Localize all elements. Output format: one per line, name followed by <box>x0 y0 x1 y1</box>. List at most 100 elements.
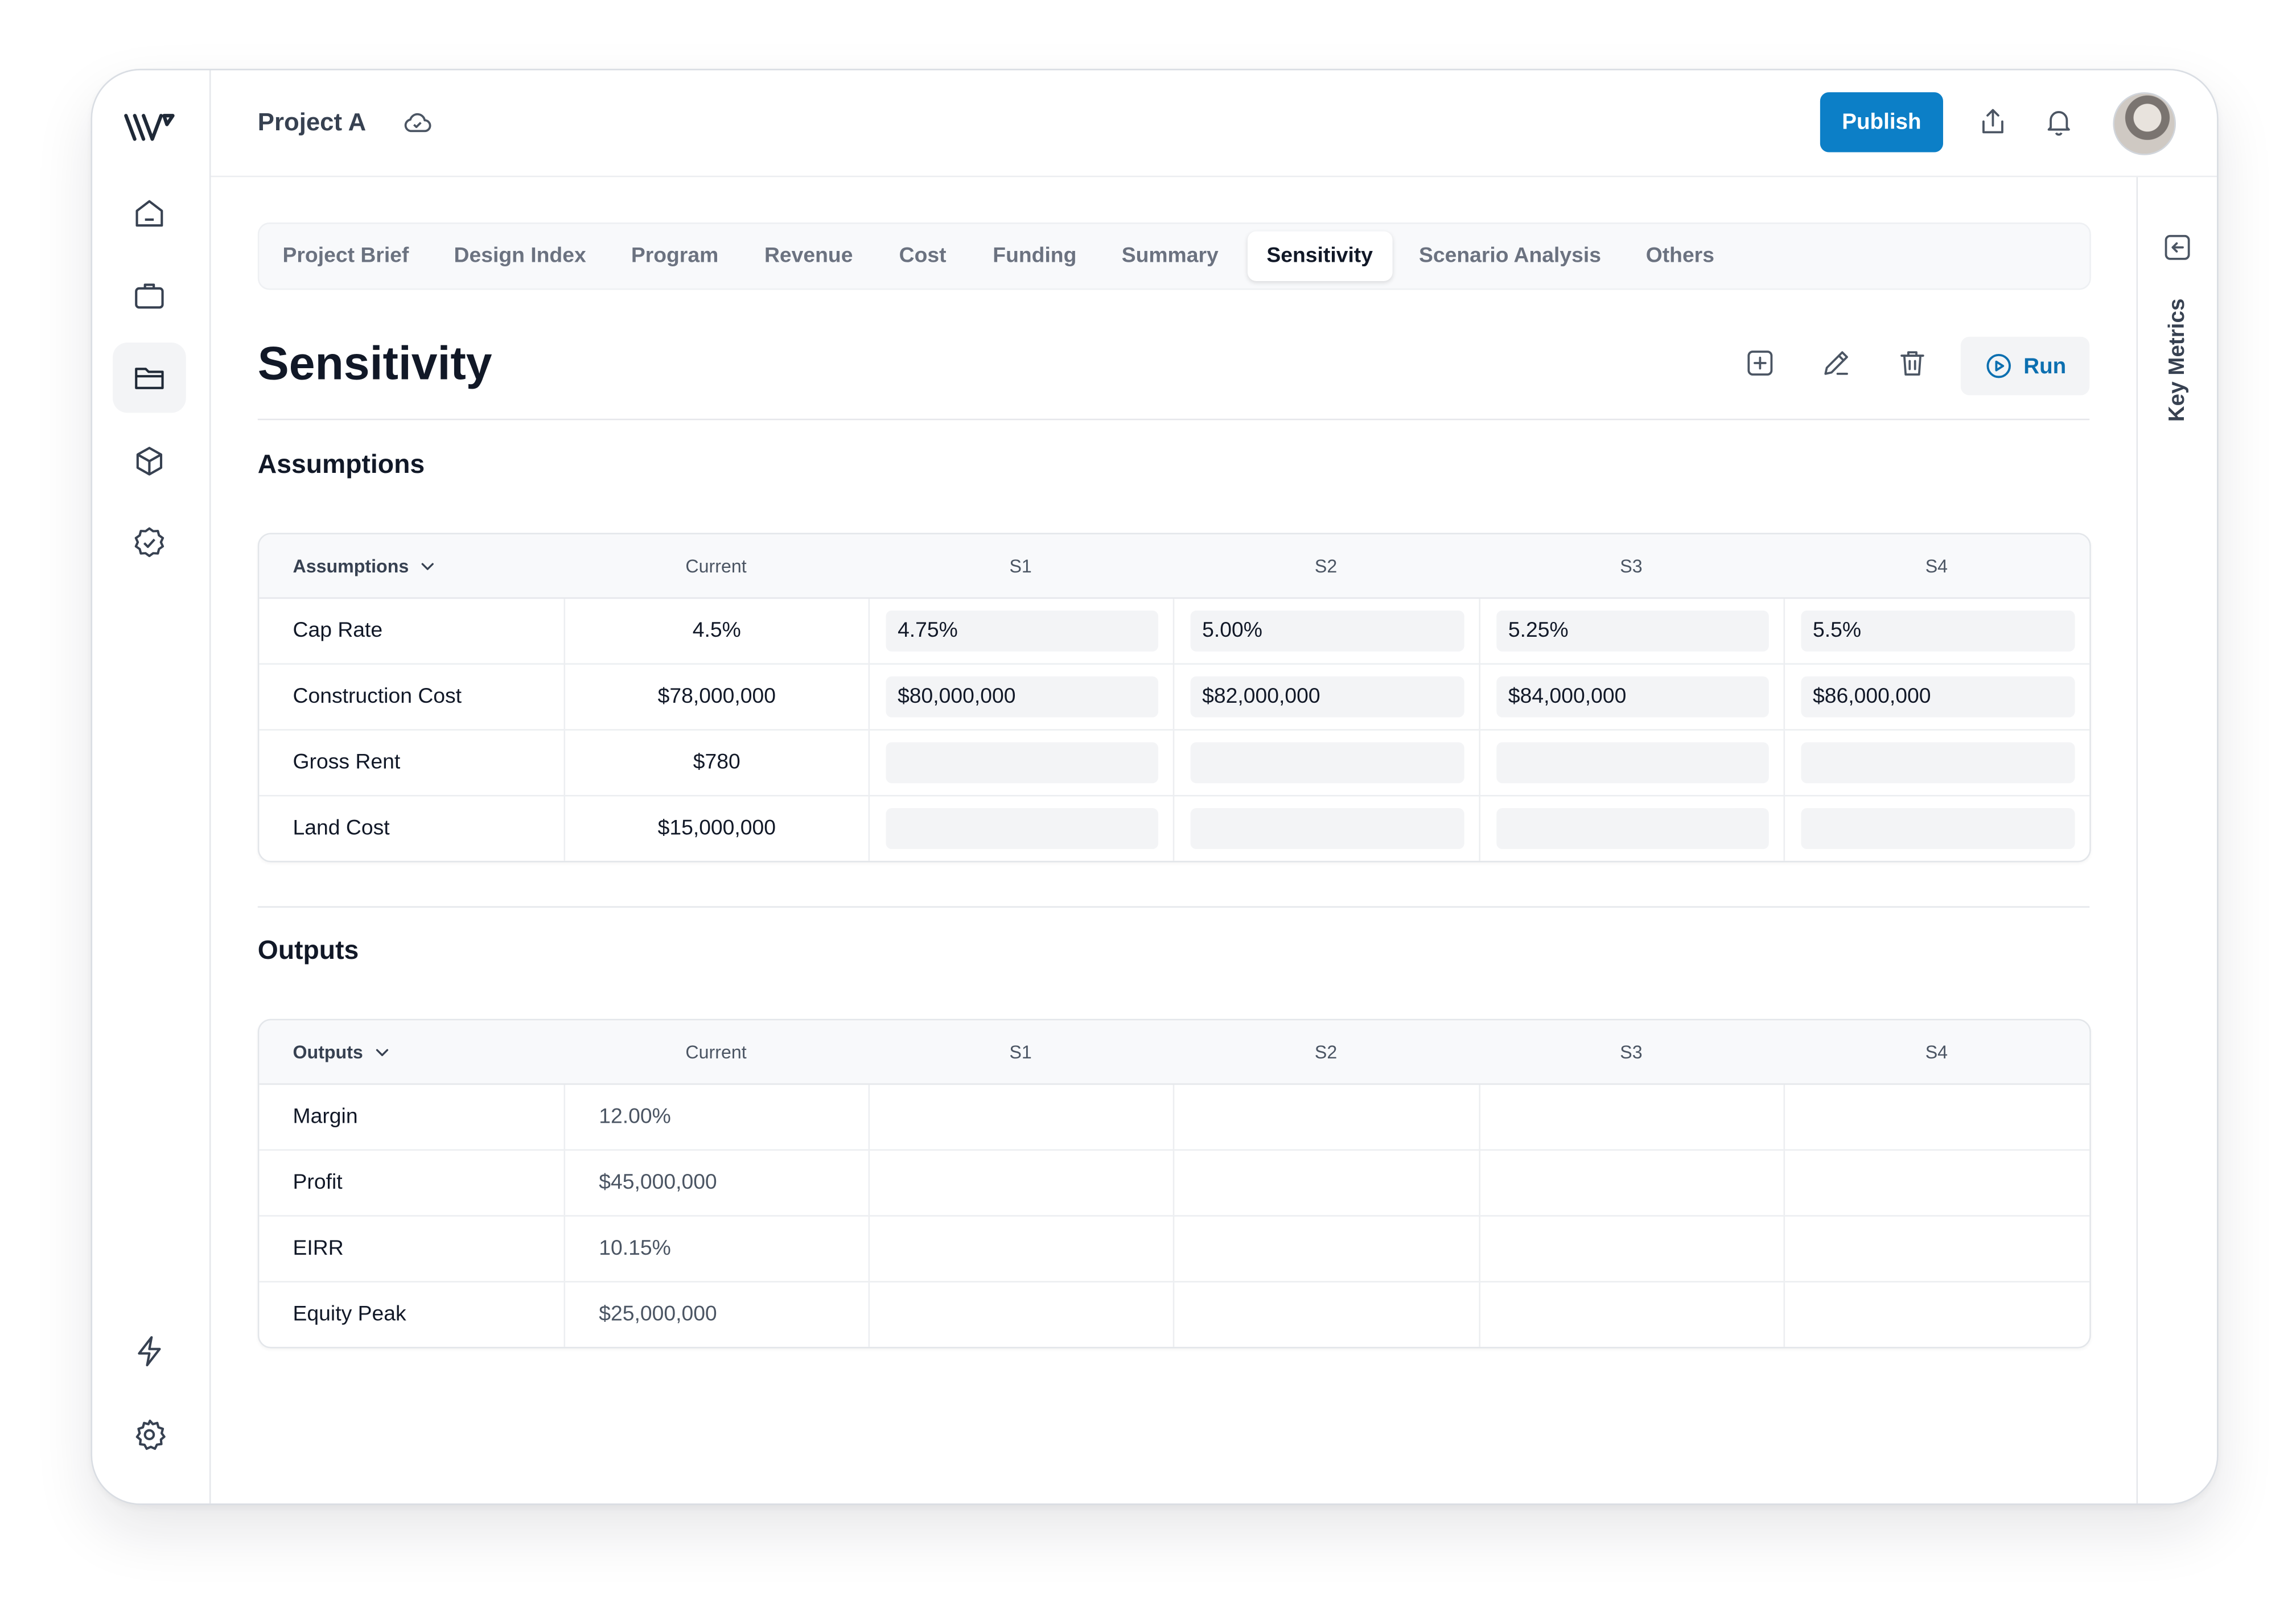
bolt-icon <box>138 1336 161 1367</box>
scenario-input-s1[interactable] <box>886 808 1159 850</box>
column-header: Outputs <box>293 1041 363 1062</box>
scenario-cell-s2 <box>1172 1282 1480 1347</box>
row-label: Profit <box>293 1171 343 1195</box>
scenario-cell-s3 <box>1479 730 1785 795</box>
sidebar-item-automations[interactable] <box>113 1316 186 1386</box>
scenario-cell-s4 <box>1783 730 2090 795</box>
sidebar-item-folder[interactable] <box>113 343 186 413</box>
scenario-input-s2[interactable]: $82,000,000 <box>1190 676 1464 718</box>
current-value: $15,000,000 <box>563 796 868 861</box>
cloud-check-icon[interactable] <box>401 107 434 139</box>
home-icon <box>135 200 163 227</box>
sidebar-item-home[interactable] <box>113 179 186 249</box>
table-row: EIRR 10.15% <box>259 1216 2090 1283</box>
briefcase-icon <box>135 283 164 309</box>
scenario-input-s3[interactable] <box>1496 742 1769 784</box>
tab-revenue[interactable]: Revenue <box>746 231 872 281</box>
sidebar-item-briefcase[interactable] <box>113 261 186 331</box>
column-header: S4 <box>1925 555 1948 576</box>
sidebar-item-cube[interactable] <box>113 426 186 496</box>
outputs-title: Outputs <box>257 935 359 965</box>
share-icon[interactable] <box>1977 105 2009 138</box>
trash-icon[interactable] <box>1896 347 1929 380</box>
assumptions-header-dropdown[interactable]: Assumptions <box>259 534 563 597</box>
tab-cost[interactable]: Cost <box>880 231 965 281</box>
scenario-input-s4[interactable] <box>1801 742 2075 784</box>
top-bar: Project A Publish <box>211 70 2217 178</box>
row-label: Gross Rent <box>293 751 401 774</box>
scenario-cell-s4 <box>1783 1282 2090 1347</box>
scenario-input-s1[interactable] <box>886 742 1159 784</box>
bell-icon[interactable] <box>2043 105 2075 138</box>
column-header: S3 <box>1620 1041 1643 1062</box>
run-button[interactable]: Run <box>1960 336 2090 395</box>
scenario-input-s1[interactable]: $80,000,000 <box>886 676 1159 718</box>
scenario-cell-s3 <box>1479 1151 1785 1215</box>
scenario-cell-s4 <box>1783 796 2090 861</box>
column-header: Current <box>685 555 747 576</box>
scenario-input-s1[interactable]: 4.75% <box>886 610 1159 652</box>
scenario-input-s4[interactable] <box>1801 808 2075 850</box>
tab-scenario-analysis[interactable]: Scenario Analysis <box>1400 231 1620 281</box>
outputs-header-dropdown[interactable]: Outputs <box>259 1020 563 1083</box>
gear-icon <box>135 1419 166 1450</box>
column-header: S2 <box>1314 555 1338 576</box>
tab-summary[interactable]: Summary <box>1102 231 1237 281</box>
current-value: $25,000,000 <box>563 1282 868 1347</box>
scenario-input-s3[interactable]: $84,000,000 <box>1496 676 1769 718</box>
avatar[interactable] <box>2113 92 2176 155</box>
header-divider <box>257 418 2090 421</box>
table-row: Margin 12.00% <box>259 1085 2090 1151</box>
scenario-cell-s2: $82,000,000 <box>1172 665 1480 730</box>
tab-program[interactable]: Program <box>612 231 737 281</box>
current-value: 10.15% <box>563 1216 868 1281</box>
scenario-input-s2[interactable]: 5.00% <box>1190 610 1464 652</box>
scenario-cell-s4 <box>1783 1151 2090 1215</box>
section-divider <box>257 906 2090 908</box>
scenario-cell-s3 <box>1479 1085 1785 1149</box>
tab-funding[interactable]: Funding <box>974 231 1096 281</box>
table-header: Outputs Current S1 S2 S3 S4 <box>259 1020 2090 1085</box>
chevron-down-icon <box>422 562 434 570</box>
tab-design-index[interactable]: Design Index <box>435 231 605 281</box>
scenario-input-s3[interactable]: 5.25% <box>1496 610 1769 652</box>
scenario-input-s2[interactable] <box>1190 742 1464 784</box>
table-header: Assumptions Current S1 S2 S3 S4 <box>259 534 2090 599</box>
tab-others[interactable]: Others <box>1627 231 1733 281</box>
column-header: S2 <box>1314 1041 1338 1062</box>
sidebar-item-verified[interactable] <box>113 508 186 578</box>
panel-expand-icon[interactable] <box>2161 231 2194 263</box>
logo <box>124 114 175 141</box>
scenario-cell-s1: 4.75% <box>868 599 1175 663</box>
scenario-cell-s1 <box>868 1216 1175 1281</box>
scenario-input-s4[interactable]: 5.5% <box>1801 610 2075 652</box>
scenario-cell-s2: 5.00% <box>1172 599 1480 663</box>
column-header: S3 <box>1620 555 1643 576</box>
row-label: Cap Rate <box>293 619 383 643</box>
add-square-icon[interactable] <box>1744 347 1776 380</box>
folder-icon <box>135 368 164 389</box>
key-metrics-label[interactable]: Key Metrics <box>2165 299 2190 422</box>
scenario-input-s3[interactable] <box>1496 808 1769 850</box>
scenario-cell-s2 <box>1172 1085 1480 1149</box>
scenario-input-s4[interactable]: $86,000,000 <box>1801 676 2075 718</box>
sidebar <box>92 70 211 1504</box>
app-window: Project A Publish Key Metrics Project Br… <box>90 68 2219 1505</box>
current-value: $780 <box>563 730 868 795</box>
scenario-input-s2[interactable] <box>1190 808 1464 850</box>
tab-sensitivity[interactable]: Sensitivity <box>1247 231 1392 281</box>
scenario-cell-s2 <box>1172 730 1480 795</box>
sidebar-item-settings[interactable] <box>113 1400 186 1470</box>
scenario-cell-s1 <box>868 730 1175 795</box>
scenario-cell-s2 <box>1172 1151 1480 1215</box>
scenario-cell-s1: $80,000,000 <box>868 665 1175 730</box>
publish-button[interactable]: Publish <box>1820 92 1943 153</box>
scenario-cell-s2 <box>1172 796 1480 861</box>
tab-project-brief[interactable]: Project Brief <box>264 231 428 281</box>
column-header: S1 <box>1009 555 1032 576</box>
cube-icon <box>136 447 163 476</box>
pencil-icon[interactable] <box>1820 347 1853 380</box>
project-title[interactable]: Project A <box>258 108 366 137</box>
table-row: Gross Rent $780 <box>259 730 2090 797</box>
scenario-cell-s3 <box>1479 1282 1785 1347</box>
